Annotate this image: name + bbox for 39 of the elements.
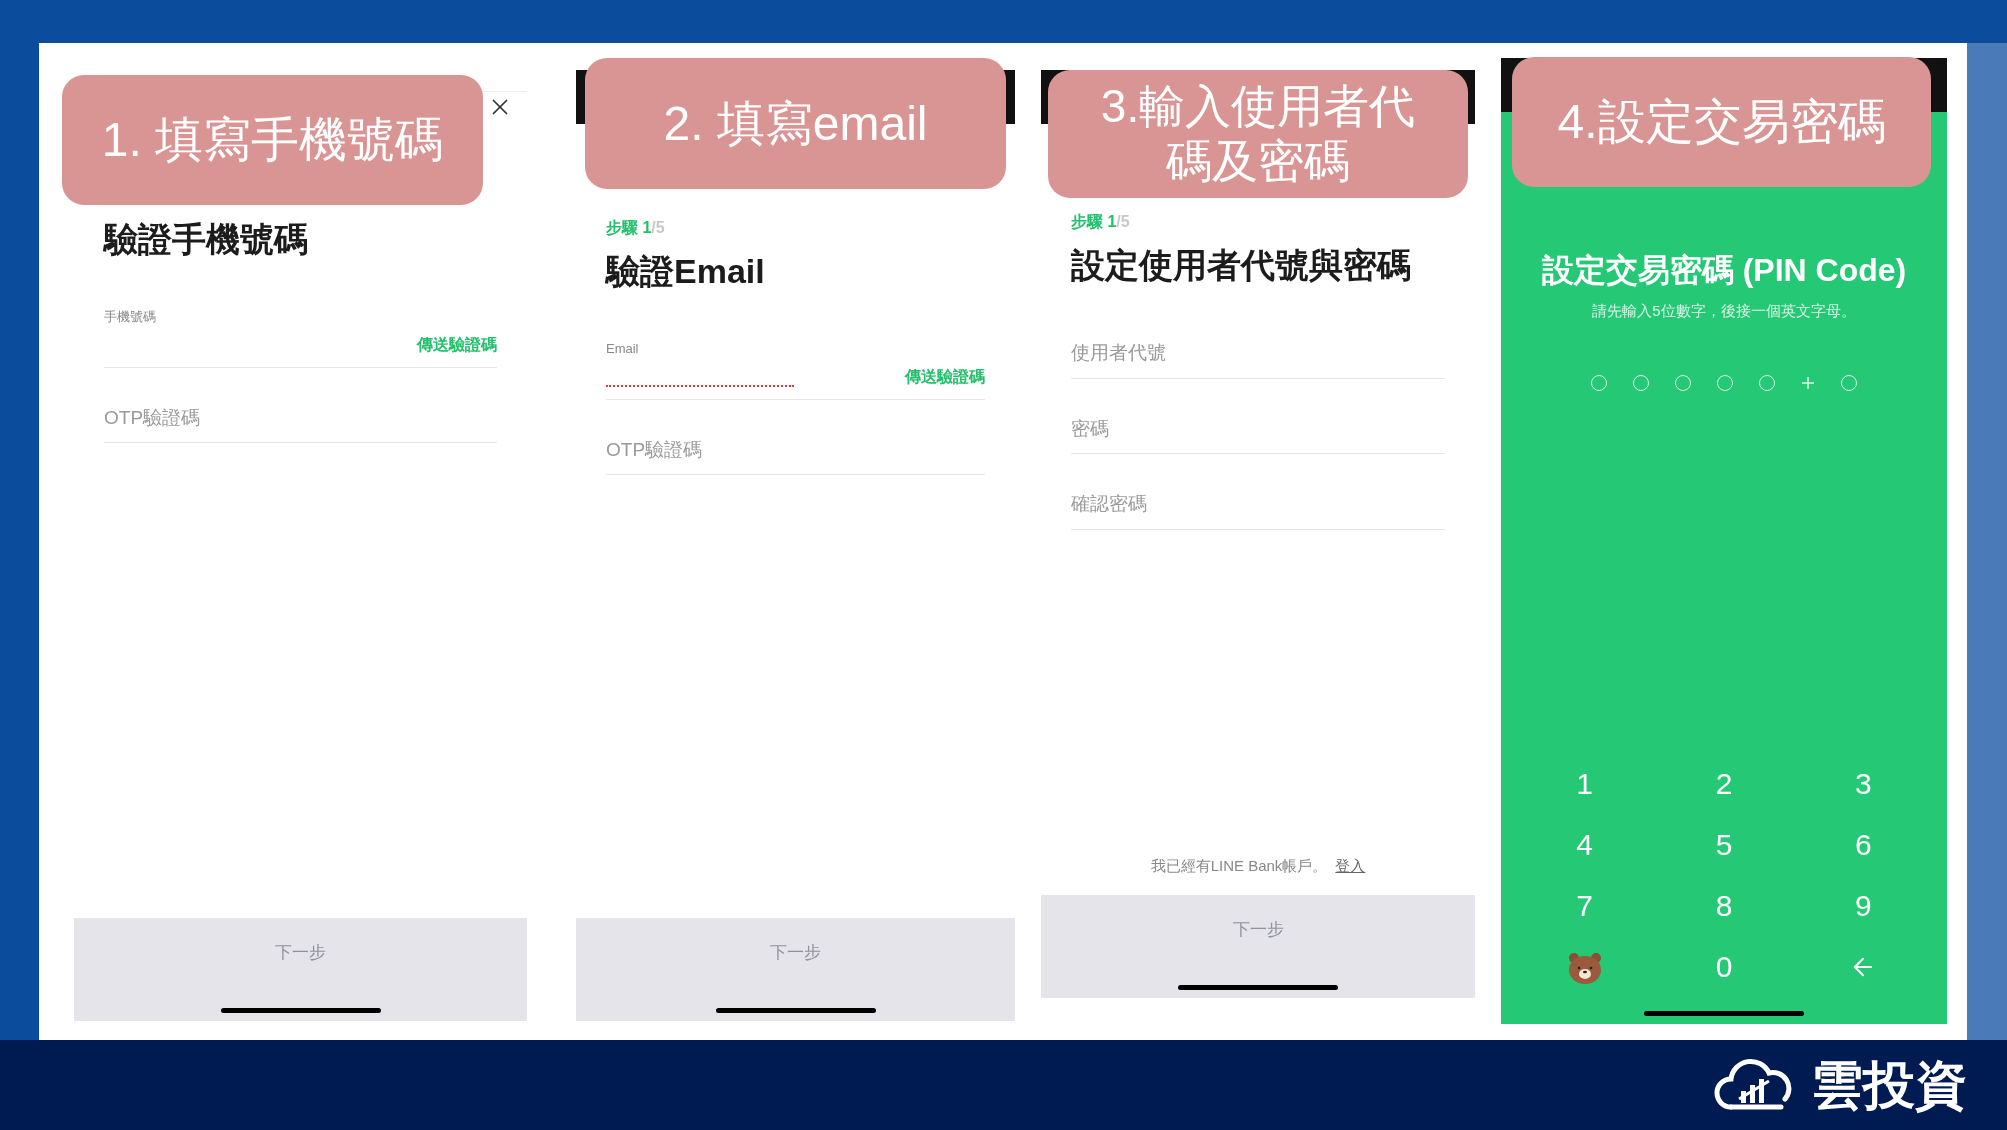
step-caption: 1. 填寫手機號碼 (62, 75, 483, 205)
keypad-key[interactable]: 8 (1654, 875, 1794, 936)
send-code-link[interactable]: 傳送驗證碼 (905, 364, 985, 389)
keypad-key[interactable]: 2 (1654, 753, 1794, 814)
input-field[interactable]: OTP驗證碼 (104, 377, 497, 443)
plus-icon (1801, 375, 1815, 390)
step-indicator: 步驟 1 (606, 218, 652, 238)
step-indicator: 步驟 1 (1071, 212, 1117, 232)
input-field[interactable]: OTP驗證碼 (606, 409, 985, 475)
next-button[interactable]: 下一步 (576, 918, 1015, 1021)
input-field[interactable]: Email 傳送驗證碼 (606, 319, 985, 400)
input-field[interactable]: 使用者代號 (1071, 313, 1445, 379)
next-button[interactable]: 下一步 (74, 918, 527, 1021)
keypad-key[interactable]: 7 (1515, 875, 1655, 936)
input-field[interactable]: 手機號碼 傳送驗證碼 (104, 287, 497, 368)
input-field[interactable]: 確認密碼 (1071, 464, 1445, 530)
keypad-key[interactable]: 5 (1654, 814, 1794, 875)
send-code-link[interactable]: 傳送驗證碼 (417, 332, 497, 357)
step-caption: 2. 填寫email (585, 58, 1006, 189)
screen-title: 驗證手機號碼 (104, 219, 309, 260)
keypad-key[interactable]: 4 (1515, 814, 1655, 875)
step-total: /5 (1116, 212, 1130, 232)
screen-title: 設定使用者代號與密碼 (1071, 245, 1412, 286)
step-caption: 3.輸入使用者代碼及密碼 (1048, 70, 1468, 198)
next-button[interactable]: 下一步 (1041, 895, 1475, 998)
keypad-key[interactable]: 3 (1793, 753, 1933, 814)
login-link[interactable]: 登入 (1335, 854, 1366, 877)
account-note: 我已經有LINE Bank帳戶。 (1150, 855, 1328, 876)
input-field[interactable]: 密碼 (1071, 388, 1445, 454)
brand-name: 雲投資 (1811, 1055, 1967, 1116)
step-total: /5 (651, 218, 665, 238)
screen-title: 設定交易密碼 (PIN Code) (1541, 251, 1907, 290)
step-caption: 4.設定交易密碼 (1512, 57, 1931, 187)
pin-hint: 請先輸入5位數字，後接一個英文字母。 (1592, 301, 1856, 321)
screen-title: 驗證Email (606, 251, 766, 292)
keypad-key[interactable]: 1 (1515, 753, 1655, 814)
keypad-key[interactable]: 9 (1793, 875, 1933, 936)
keypad-key[interactable]: 0 (1654, 936, 1794, 997)
keypad-key[interactable]: 6 (1793, 814, 1933, 875)
